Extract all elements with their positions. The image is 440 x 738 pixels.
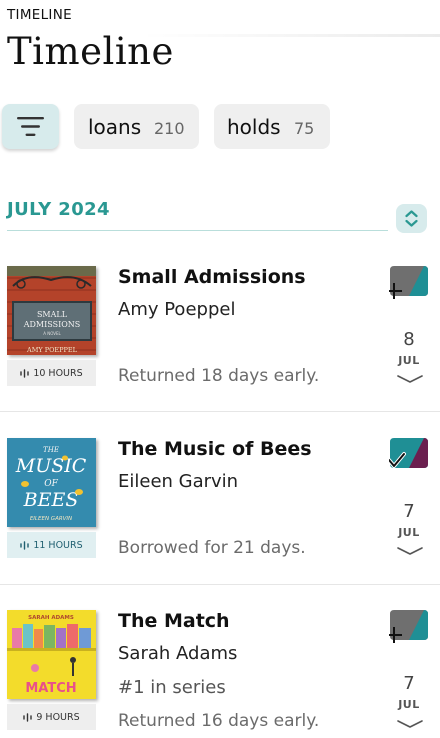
month-heading: JULY 2024	[7, 199, 110, 220]
svg-text:BEES: BEES	[23, 489, 79, 511]
filter-button[interactable]	[2, 104, 59, 149]
status-text: Borrowed for 21 days.	[118, 538, 306, 558]
duration-tag: 10 HOURS	[7, 360, 96, 386]
tag-plus-icon	[386, 266, 428, 299]
status-text: Returned 16 days early.	[118, 711, 320, 731]
book-title[interactable]: The Music of Bees	[118, 438, 312, 460]
timeline-item[interactable]: SMALL ADMISSIONS A NOVEL AMY POEPPEL 10 …	[0, 250, 440, 410]
headphones-icon	[20, 368, 30, 378]
duration-label: 11 HOURS	[33, 539, 83, 551]
sort-arrows-icon	[405, 210, 418, 227]
top-bar: TIMELINE	[0, 0, 440, 37]
date-day: 7	[403, 673, 415, 694]
duration-label: 10 HOURS	[33, 367, 83, 379]
loans-filter-chip[interactable]: loans 210	[74, 104, 199, 149]
timeline-item[interactable]: SARAH ADAMS MATCH 9 HOURS The Match Sara…	[0, 594, 440, 738]
headphones-icon	[20, 540, 30, 550]
chevron-down-icon[interactable]	[396, 374, 424, 384]
sort-toggle-button[interactable]	[396, 204, 427, 233]
timeline-item[interactable]: THE MUSIC OF BEES EILEEN GARVIN 11 HOURS…	[0, 422, 440, 582]
date-month: JUL	[398, 354, 420, 367]
headphones-icon	[23, 712, 33, 722]
book-title[interactable]: The Match	[118, 610, 230, 632]
duration-label: 9 HOURS	[36, 711, 80, 723]
filter-lines-icon	[17, 117, 44, 136]
svg-text:SARAH ADAMS: SARAH ADAMS	[28, 615, 74, 621]
tagged-check-button[interactable]	[387, 438, 428, 468]
holds-filter-chip[interactable]: holds 75	[214, 104, 330, 149]
duration-tag: 11 HOURS	[7, 532, 96, 558]
svg-text:EILEEN GARVIN: EILEEN GARVIN	[30, 516, 72, 522]
date-day: 7	[403, 501, 415, 522]
holds-label: holds	[227, 115, 281, 139]
date-day: 8	[403, 329, 415, 350]
book-author[interactable]: Eileen Garvin	[118, 471, 238, 492]
svg-text:SMALL: SMALL	[37, 310, 68, 319]
add-to-tags-button[interactable]	[386, 610, 428, 643]
svg-text:AMY POEPPEL: AMY POEPPEL	[26, 346, 78, 354]
svg-text:OF: OF	[44, 479, 58, 489]
svg-text:MUSIC: MUSIC	[15, 455, 87, 477]
svg-text:ADMISSIONS: ADMISSIONS	[23, 320, 81, 329]
toolbar-shadow	[140, 34, 440, 37]
item-divider	[0, 584, 440, 585]
status-text: Returned 18 days early.	[118, 366, 320, 386]
tag-check-icon	[387, 438, 428, 468]
toolbar-title: TIMELINE	[7, 7, 72, 23]
book-cover[interactable]: SARAH ADAMS MATCH	[7, 610, 96, 699]
book-author[interactable]: Amy Poeppel	[118, 299, 235, 320]
chevron-down-icon[interactable]	[396, 719, 424, 729]
loans-count: 210	[154, 119, 185, 138]
date-month: JUL	[398, 526, 420, 539]
book-title[interactable]: Small Admissions	[118, 266, 306, 288]
date-month: JUL	[398, 698, 420, 711]
add-to-tags-button[interactable]	[386, 266, 428, 299]
series-info[interactable]: #1 in series	[118, 677, 226, 698]
holds-count: 75	[294, 119, 315, 138]
cover-art: THE MUSIC OF BEES EILEEN GARVIN	[7, 438, 96, 527]
loans-label: loans	[88, 115, 142, 139]
page-title: Timeline	[7, 30, 174, 73]
book-cover[interactable]: SMALL ADMISSIONS A NOVEL AMY POEPPEL	[7, 266, 96, 355]
book-cover[interactable]: THE MUSIC OF BEES EILEEN GARVIN	[7, 438, 96, 527]
cover-art: SMALL ADMISSIONS A NOVEL AMY POEPPEL	[7, 266, 96, 355]
month-divider	[7, 230, 388, 231]
book-author[interactable]: Sarah Adams	[118, 643, 237, 664]
tag-plus-icon	[386, 610, 428, 643]
chevron-down-icon[interactable]	[396, 546, 424, 556]
svg-text:A NOVEL: A NOVEL	[43, 331, 61, 336]
duration-tag: 9 HOURS	[7, 704, 96, 730]
item-divider	[0, 411, 440, 412]
cover-art: SARAH ADAMS MATCH	[7, 610, 96, 699]
svg-text:MATCH: MATCH	[25, 681, 76, 696]
svg-text:THE: THE	[43, 446, 59, 454]
